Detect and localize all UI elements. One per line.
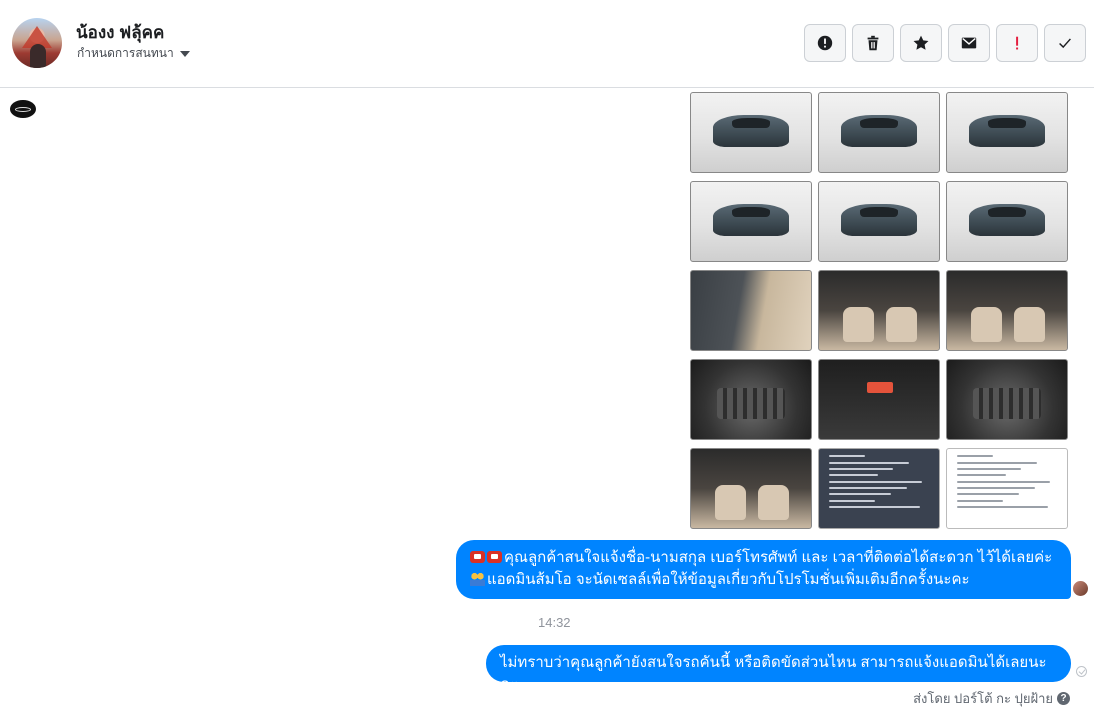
photo-thumbnail[interactable] <box>946 270 1068 351</box>
telephone-emoji-icon <box>487 551 502 563</box>
message-text-line: แอดมินส้มโอ จะนัดเซลล์เพื่อให้ข้อมูลเกี่… <box>487 571 970 588</box>
text-line-shape <box>956 499 1004 502</box>
delete-button[interactable] <box>852 24 894 62</box>
assign-conversation-dropdown[interactable]: กำหนดการสนทนา <box>77 44 190 63</box>
text-line-shape <box>828 505 920 508</box>
seat-shape <box>971 306 1003 343</box>
photo-thumbnail[interactable] <box>818 359 940 440</box>
car-shape <box>968 115 1046 147</box>
text-line-shape <box>828 474 878 477</box>
car-shape <box>712 115 790 147</box>
seat-shape <box>1014 306 1046 343</box>
message-timestamp: 14:32 <box>538 615 571 630</box>
conversation-header: น้องง ฟลุ้คค กำหนดการสนทนา <box>0 0 1094 88</box>
message-bubble[interactable]: ไม่ทราบว่าคุณลูกค้ายังสนใจรถคันนี้ หรือต… <box>486 645 1071 693</box>
telephone-emoji-icon <box>470 551 485 563</box>
text-line-shape <box>956 493 1019 496</box>
seat-shape <box>758 484 790 521</box>
people-emoji-icon <box>470 572 485 586</box>
photo-thumbnail[interactable] <box>690 448 812 529</box>
display-shape <box>867 382 894 394</box>
text-line-shape <box>828 480 923 483</box>
photo-thumbnail[interactable] <box>690 181 812 262</box>
text-line-shape <box>828 493 891 496</box>
page-logo-avatar <box>10 100 36 118</box>
seat-shape <box>886 306 918 343</box>
text-line-shape <box>956 486 1035 489</box>
checkmark-icon <box>1059 38 1071 49</box>
logo-mark <box>15 106 31 112</box>
photo-thumbnail[interactable] <box>946 181 1068 262</box>
sent-check-icon <box>1076 666 1087 677</box>
car-shape <box>968 204 1046 236</box>
star-icon <box>913 35 929 50</box>
mark-spam-button[interactable] <box>804 24 846 62</box>
photo-attachment-grid <box>690 92 1068 529</box>
photo-thumbnail[interactable] <box>946 359 1068 440</box>
sent-by-text: ส่งโดย ปอร์โต้ กะ ปุยฝ้าย <box>913 691 1053 706</box>
follow-up-button[interactable] <box>996 24 1038 62</box>
seen-avatar <box>1073 581 1088 596</box>
photo-thumbnail[interactable] <box>818 92 940 173</box>
star-button[interactable] <box>900 24 942 62</box>
trash-icon <box>867 35 879 51</box>
text-line-shape <box>956 461 1037 464</box>
photo-thumbnail[interactable] <box>946 448 1068 529</box>
text-line-shape <box>956 467 1022 470</box>
text-line-shape <box>956 474 1006 477</box>
engine-shape <box>717 387 785 420</box>
text-line-shape <box>828 486 907 489</box>
photo-thumbnail[interactable] <box>946 92 1068 173</box>
photo-thumbnail[interactable] <box>690 92 812 173</box>
text-line-shape <box>828 499 876 502</box>
text-line-shape <box>828 467 894 470</box>
header-actions <box>804 24 1086 62</box>
sent-by-footer: ส่งโดย ปอร์โต้ กะ ปุยฝ้าย ? <box>913 688 1070 708</box>
envelope-icon <box>961 37 977 49</box>
caret-down-icon <box>179 50 190 57</box>
mark-unread-button[interactable] <box>948 24 990 62</box>
text-line-shape <box>828 455 865 458</box>
photo-thumbnail[interactable] <box>690 359 812 440</box>
message-bubble[interactable]: คุณลูกค้าสนใจแจ้งชื่อ-นามสกุล เบอร์โทรศั… <box>456 540 1071 599</box>
car-shape <box>840 115 918 147</box>
alert-circle-icon <box>817 35 833 51</box>
seat-shape <box>843 306 875 343</box>
mark-done-button[interactable] <box>1044 24 1086 62</box>
car-shape <box>840 204 918 236</box>
text-line-shape <box>956 480 1051 483</box>
engine-shape <box>973 387 1041 420</box>
contact-avatar[interactable] <box>12 18 62 68</box>
seat-shape <box>715 484 747 521</box>
avatar-person-shape <box>30 44 46 68</box>
text-line-shape <box>956 455 993 458</box>
photo-thumbnail[interactable] <box>818 448 940 529</box>
exclamation-icon <box>1016 36 1019 50</box>
contact-name[interactable]: น้องง ฟลุ้คค <box>76 19 164 46</box>
message-text-line: คุณลูกค้าสนใจแจ้งชื่อ-นามสกุล เบอร์โทรศั… <box>504 549 1053 566</box>
text-line-shape <box>828 461 909 464</box>
help-icon[interactable]: ? <box>1057 692 1070 705</box>
text-line-shape <box>956 505 1048 508</box>
photo-thumbnail[interactable] <box>818 181 940 262</box>
assign-conversation-label: กำหนดการสนทนา <box>77 46 174 60</box>
car-shape <box>712 204 790 236</box>
photo-thumbnail[interactable] <box>690 270 812 351</box>
photo-thumbnail[interactable] <box>818 270 940 351</box>
